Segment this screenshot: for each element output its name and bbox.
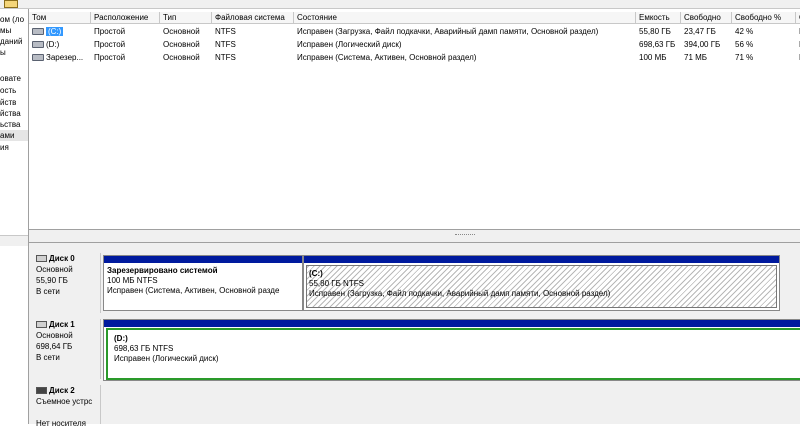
tree-item[interactable]: ия: [0, 142, 9, 153]
table-cell-free: 71 МБ: [684, 53, 708, 62]
table-cell-free-percent: 56 %: [735, 40, 754, 49]
disk-1-label[interactable]: Диск 1 Основной 698,64 ГБ В сети: [31, 319, 101, 379]
pane-splitter[interactable]: [29, 229, 800, 243]
hard-disk-icon: [36, 255, 47, 263]
disk-0-kind: Основной: [36, 265, 73, 274]
partition-title: (C:): [309, 269, 323, 278]
tree-item[interactable]: ы: [0, 47, 6, 58]
table-cell-status: Исправен (Логический диск): [297, 40, 402, 49]
tree-item[interactable]: мы: [0, 25, 11, 36]
disk-0-title: Диск 0: [36, 253, 100, 264]
column-header-layout[interactable]: Расположение: [91, 12, 160, 24]
disk-1-size: 698,64 ГБ: [36, 342, 73, 351]
table-cell-free: 23,47 ГБ: [684, 27, 716, 36]
drive-volume-icon: [32, 28, 44, 36]
drive-volume-icon: [32, 41, 44, 49]
disk-2-label[interactable]: Диск 2 Съемное устрс Нет носителя: [31, 385, 101, 428]
partition-c[interactable]: (C:) 55,80 ГБ NTFS Исправен (Загрузка, Ф…: [303, 255, 780, 311]
table-cell-status: Исправен (Система, Активен, Основной раз…: [297, 53, 477, 62]
column-header-free-percent[interactable]: Свободно %: [732, 12, 796, 24]
column-header-capacity[interactable]: Емкость: [636, 12, 681, 24]
table-cell-layout: Простой: [94, 53, 126, 62]
column-header-volume[interactable]: Том: [29, 12, 91, 24]
partition-size: 55,80 ГБ NTFS: [309, 279, 364, 288]
table-cell-filesystem: NTFS: [215, 40, 236, 49]
drive-volume-icon: [32, 54, 44, 62]
table-cell-extra: Н: [796, 39, 800, 51]
disk-2-kind: Съемное устрс: [36, 397, 93, 406]
tree-item-selected[interactable]: ами: [0, 130, 28, 141]
partition-size: 100 МБ NTFS: [107, 276, 158, 285]
tree-item[interactable]: йства: [0, 108, 21, 119]
disk-map[interactable]: Диск 0 Основной 55,90 ГБ В сети Зарезерв…: [29, 243, 800, 428]
splitter-grip[interactable]: [455, 234, 475, 237]
table-cell-capacity: 698,63 ГБ: [639, 40, 676, 49]
table-cell-free-percent: 42 %: [735, 27, 754, 36]
partition-status: Исправен (Загрузка, Файл подкачки, Авари…: [309, 289, 611, 298]
table-cell-type: Основной: [163, 27, 200, 36]
partition-status: Исправен (Логический диск): [114, 354, 219, 363]
table-cell-extra: Н: [796, 52, 800, 64]
column-header-extra[interactable]: О: [796, 12, 800, 24]
disk-1-title: Диск 1: [36, 319, 100, 330]
primary-partition-bar: [304, 256, 779, 263]
table-cell-type: Основной: [163, 53, 200, 62]
disk-0-size: 55,90 ГБ: [36, 276, 68, 285]
toolbar-strip: [0, 0, 800, 9]
partition-status: Исправен (Система, Активен, Основной раз…: [107, 286, 280, 295]
primary-partition-bar: [104, 256, 302, 263]
partition-title: Зарезервировано системой: [107, 266, 218, 275]
tree-item[interactable]: ость: [0, 85, 16, 96]
disk-2-title: Диск 2: [36, 385, 100, 396]
table-row-volume-name[interactable]: Зарезер...: [29, 52, 91, 64]
table-cell-layout: Простой: [94, 27, 126, 36]
table-cell-filesystem: NTFS: [215, 53, 236, 62]
table-cell-free: 394,00 ГБ: [684, 40, 721, 49]
table-cell-free-percent: 71 %: [735, 53, 754, 62]
tree-item[interactable]: даний: [0, 36, 22, 47]
disk-2-size: [36, 407, 100, 418]
disk-1-state: В сети: [36, 353, 60, 362]
disk-0-label[interactable]: Диск 0 Основной 55,90 ГБ В сети: [31, 253, 101, 313]
primary-partition-bar: [104, 320, 800, 327]
column-header-filesystem[interactable]: Файловая система: [212, 12, 294, 24]
table-cell-type: Основной: [163, 40, 200, 49]
table-row-volume-name[interactable]: (C:): [29, 26, 91, 38]
table-row-volume-name[interactable]: (D:): [29, 39, 91, 51]
table-cell-filesystem: NTFS: [215, 27, 236, 36]
volume-list[interactable]: Том Расположение Тип Файловая система Со…: [29, 9, 800, 229]
table-cell-capacity: 55,80 ГБ: [639, 27, 671, 36]
table-cell-status: Исправен (Загрузка, Файл подкачки, Авари…: [297, 27, 599, 36]
hard-disk-icon: [36, 321, 47, 329]
table-cell-extra: Н: [796, 26, 800, 38]
navigation-tree[interactable]: ом (ло мы даний ы овате ость йств йства …: [0, 9, 29, 424]
partition-system-reserved[interactable]: Зарезервировано системой 100 МБ NTFS Исп…: [103, 255, 303, 311]
partition-title: (D:): [114, 334, 128, 343]
column-header-type[interactable]: Тип: [160, 12, 212, 24]
tree-item[interactable]: йств: [0, 97, 16, 108]
disk-0-state: В сети: [36, 287, 60, 296]
folder-icon[interactable]: [4, 0, 18, 8]
column-header-status[interactable]: Состояние: [294, 12, 636, 24]
disk-separator: [31, 381, 800, 385]
partition-size: 698,63 ГБ NTFS: [114, 344, 174, 353]
removable-disk-icon: [36, 387, 47, 395]
tree-item[interactable]: ом (ло: [0, 14, 24, 25]
tree-item[interactable]: ьства: [0, 119, 20, 130]
horizontal-scrollbar[interactable]: [0, 235, 28, 246]
table-cell-layout: Простой: [94, 40, 126, 49]
table-cell-capacity: 100 МБ: [639, 53, 667, 62]
disk-1-kind: Основной: [36, 331, 73, 340]
column-header-free[interactable]: Свободно: [681, 12, 732, 24]
tree-item[interactable]: овате: [0, 73, 21, 84]
partition-d[interactable]: (D:) 698,63 ГБ NTFS Исправен (Логический…: [103, 319, 800, 381]
